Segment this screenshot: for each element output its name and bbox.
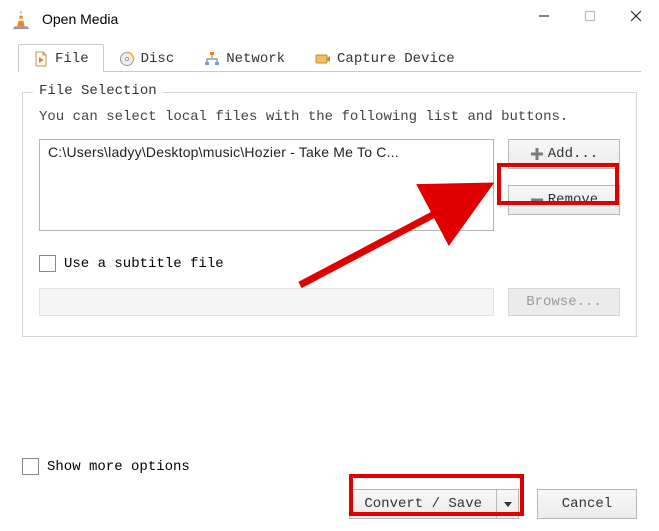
tab-disc[interactable]: Disc bbox=[104, 44, 190, 72]
network-icon bbox=[204, 51, 220, 67]
subtitle-row: Use a subtitle file bbox=[39, 255, 620, 272]
convert-save-split-button: Convert / Save bbox=[349, 489, 519, 519]
chevron-down-icon bbox=[503, 499, 513, 509]
tab-label: Disc bbox=[141, 51, 175, 67]
cancel-button[interactable]: Cancel bbox=[537, 489, 637, 519]
tab-network[interactable]: Network bbox=[189, 44, 300, 72]
file-selection-help: You can select local files with the foll… bbox=[39, 109, 620, 125]
minimize-button[interactable] bbox=[521, 0, 567, 32]
tab-file[interactable]: File bbox=[18, 44, 104, 72]
convert-save-button[interactable]: Convert / Save bbox=[349, 489, 497, 519]
show-more-checkbox[interactable] bbox=[22, 458, 39, 475]
tab-label: Network bbox=[226, 51, 285, 67]
disc-icon bbox=[119, 51, 135, 67]
cancel-button-label: Cancel bbox=[562, 496, 612, 512]
convert-save-label: Convert / Save bbox=[364, 496, 482, 512]
list-item[interactable]: C:\Users\ladyy\Desktop\music\Hozier - Ta… bbox=[48, 144, 485, 160]
browse-button: Browse... bbox=[508, 288, 620, 316]
plus-icon bbox=[530, 147, 544, 161]
titlebar: Open Media bbox=[0, 0, 659, 38]
tab-label: File bbox=[55, 51, 89, 67]
tab-bar: File Disc Network Capture Device bbox=[0, 38, 659, 72]
tab-label: Capture Device bbox=[337, 51, 455, 67]
maximize-button[interactable] bbox=[567, 0, 613, 32]
file-selection-group: File Selection You can select local file… bbox=[22, 92, 637, 337]
tab-capture-device[interactable]: Capture Device bbox=[300, 44, 470, 72]
file-selection-legend: File Selection bbox=[33, 83, 163, 99]
file-list[interactable]: C:\Users\ladyy\Desktop\music\Hozier - Ta… bbox=[39, 139, 494, 231]
vlc-cone-icon bbox=[10, 8, 32, 30]
subtitle-checkbox-label: Use a subtitle file bbox=[64, 256, 224, 272]
capture-icon bbox=[315, 51, 331, 67]
subtitle-path-input bbox=[39, 288, 494, 316]
browse-button-label: Browse... bbox=[526, 294, 602, 310]
add-button[interactable]: Add... bbox=[508, 139, 620, 169]
footer: Show more options Convert / Save Cancel bbox=[0, 458, 659, 519]
close-button[interactable] bbox=[613, 0, 659, 32]
minus-icon bbox=[530, 193, 544, 207]
remove-button-label: Remove bbox=[548, 192, 598, 208]
convert-save-dropdown[interactable] bbox=[497, 489, 519, 519]
file-icon bbox=[33, 51, 49, 67]
window-title: Open Media bbox=[42, 11, 521, 27]
remove-button[interactable]: Remove bbox=[508, 185, 620, 215]
subtitle-checkbox[interactable] bbox=[39, 255, 56, 272]
file-panel: File Selection You can select local file… bbox=[0, 72, 659, 337]
window-controls bbox=[521, 0, 659, 38]
add-button-label: Add... bbox=[548, 146, 598, 162]
show-more-label: Show more options bbox=[47, 459, 190, 475]
